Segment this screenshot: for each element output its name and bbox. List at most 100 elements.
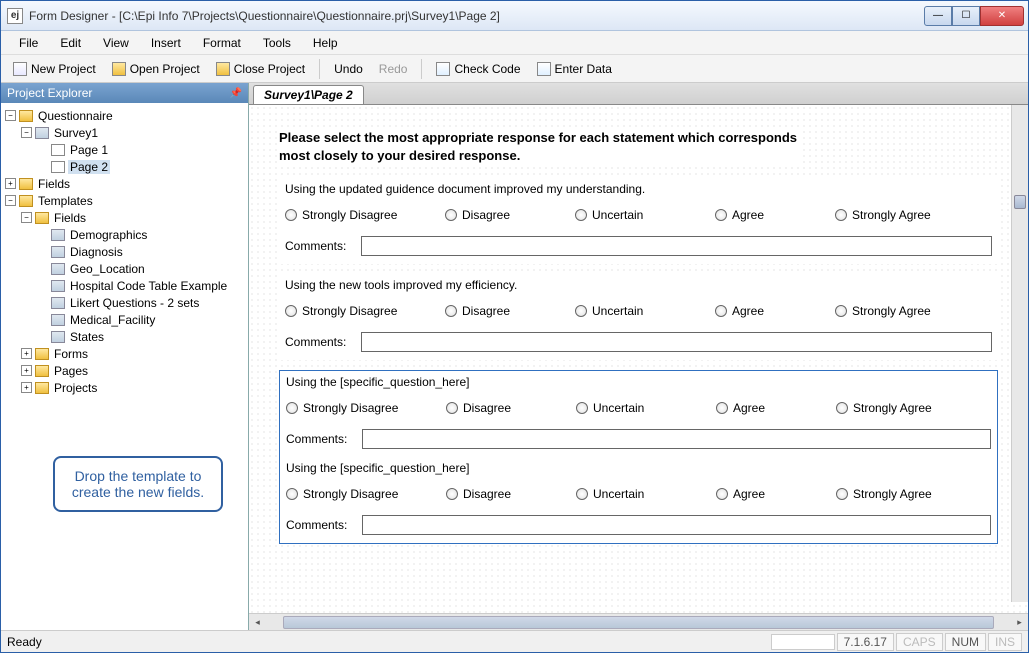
- likert-option[interactable]: Agree: [716, 401, 796, 415]
- tree-projects[interactable]: +Projects: [3, 379, 246, 396]
- radio-icon[interactable]: [835, 305, 847, 317]
- radio-icon[interactable]: [575, 209, 587, 221]
- likert-option[interactable]: Disagree: [446, 487, 536, 501]
- collapse-icon[interactable]: −: [5, 110, 16, 121]
- likert-option[interactable]: Disagree: [445, 304, 535, 318]
- menu-file[interactable]: File: [9, 33, 48, 53]
- enter-data-button[interactable]: Enter Data: [531, 60, 618, 78]
- radio-icon[interactable]: [285, 209, 297, 221]
- tree-template-item[interactable]: States: [3, 328, 246, 345]
- scroll-left-arrow[interactable]: ◂: [249, 614, 266, 631]
- likert-option[interactable]: Strongly Disagree: [286, 401, 406, 415]
- expand-icon[interactable]: +: [5, 178, 16, 189]
- radio-icon[interactable]: [446, 488, 458, 500]
- open-project-button[interactable]: Open Project: [106, 60, 206, 78]
- radio-icon[interactable]: [716, 402, 728, 414]
- comments-input[interactable]: [362, 515, 991, 535]
- tree-pages-group[interactable]: +Pages: [3, 362, 246, 379]
- question-block[interactable]: Using the [specific_question_here]Strong…: [280, 371, 997, 457]
- radio-icon[interactable]: [286, 488, 298, 500]
- radio-icon[interactable]: [575, 305, 587, 317]
- collapse-icon[interactable]: −: [21, 212, 32, 223]
- collapse-icon[interactable]: −: [21, 127, 32, 138]
- likert-option[interactable]: Strongly Agree: [836, 401, 946, 415]
- likert-option[interactable]: Strongly Agree: [836, 487, 946, 501]
- minimize-button[interactable]: —: [924, 6, 952, 26]
- radio-icon[interactable]: [836, 488, 848, 500]
- tree-fields[interactable]: +Fields: [3, 175, 246, 192]
- tree-root[interactable]: −Questionnaire: [3, 107, 246, 124]
- radio-icon[interactable]: [835, 209, 847, 221]
- vertical-scrollbar[interactable]: [1011, 105, 1028, 602]
- question-block[interactable]: Using the new tools improved my efficien…: [279, 274, 998, 360]
- tree-templates-fields[interactable]: −Fields: [3, 209, 246, 226]
- expand-icon[interactable]: +: [21, 382, 32, 393]
- question-block[interactable]: Using the [specific_question_here]Strong…: [280, 457, 997, 543]
- tree-forms[interactable]: +Forms: [3, 345, 246, 362]
- radio-icon[interactable]: [576, 488, 588, 500]
- likert-option[interactable]: Strongly Disagree: [286, 487, 406, 501]
- likert-option[interactable]: Agree: [715, 304, 795, 318]
- likert-option[interactable]: Strongly Disagree: [285, 304, 405, 318]
- radio-icon[interactable]: [715, 209, 727, 221]
- tree-page-1[interactable]: Page 1: [3, 141, 246, 158]
- radio-icon[interactable]: [715, 305, 727, 317]
- tree-survey[interactable]: −Survey1: [3, 124, 246, 141]
- menu-help[interactable]: Help: [303, 33, 348, 53]
- likert-option[interactable]: Disagree: [446, 401, 536, 415]
- canvas-scroll[interactable]: Please select the most appropriate respo…: [249, 105, 1028, 613]
- tree-page-2[interactable]: Page 2: [3, 158, 246, 175]
- likert-option[interactable]: Disagree: [445, 208, 535, 222]
- close-button[interactable]: ✕: [980, 6, 1024, 26]
- likert-option[interactable]: Uncertain: [576, 487, 676, 501]
- undo-button[interactable]: Undo: [328, 60, 369, 78]
- likert-option[interactable]: Uncertain: [575, 208, 675, 222]
- likert-option[interactable]: Strongly Disagree: [285, 208, 405, 222]
- tree-template-item[interactable]: Likert Questions - 2 sets: [3, 294, 246, 311]
- tab-current-page[interactable]: Survey1\Page 2: [253, 85, 364, 104]
- comments-input[interactable]: [362, 429, 991, 449]
- tree-template-item[interactable]: Diagnosis: [3, 243, 246, 260]
- redo-button[interactable]: Redo: [373, 60, 414, 78]
- new-project-button[interactable]: New Project: [7, 60, 102, 78]
- menu-format[interactable]: Format: [193, 33, 251, 53]
- question-block[interactable]: Using the updated guidence document impr…: [279, 178, 998, 264]
- likert-option[interactable]: Agree: [716, 487, 796, 501]
- comments-input[interactable]: [361, 332, 992, 352]
- radio-icon[interactable]: [285, 305, 297, 317]
- tree-template-item[interactable]: Geo_Location: [3, 260, 246, 277]
- radio-icon[interactable]: [286, 402, 298, 414]
- expand-icon[interactable]: +: [21, 365, 32, 376]
- menu-tools[interactable]: Tools: [253, 33, 301, 53]
- tree-template-item[interactable]: Medical_Facility: [3, 311, 246, 328]
- close-project-button[interactable]: Close Project: [210, 60, 311, 78]
- tree-template-item[interactable]: Hospital Code Table Example: [3, 277, 246, 294]
- scroll-thumb[interactable]: [284, 617, 993, 628]
- comments-input[interactable]: [361, 236, 992, 256]
- radio-icon[interactable]: [445, 305, 457, 317]
- check-code-button[interactable]: Check Code: [430, 60, 526, 78]
- selected-template-group[interactable]: Using the [specific_question_here]Strong…: [279, 370, 998, 544]
- form-canvas[interactable]: Please select the most appropriate respo…: [249, 105, 1028, 613]
- radio-icon[interactable]: [576, 402, 588, 414]
- menu-insert[interactable]: Insert: [141, 33, 191, 53]
- likert-option[interactable]: Strongly Agree: [835, 208, 945, 222]
- likert-option[interactable]: Agree: [715, 208, 795, 222]
- likert-option[interactable]: Strongly Agree: [835, 304, 945, 318]
- menu-view[interactable]: View: [93, 33, 139, 53]
- likert-option[interactable]: Uncertain: [575, 304, 675, 318]
- radio-icon[interactable]: [716, 488, 728, 500]
- tree-templates[interactable]: −Templates: [3, 192, 246, 209]
- expand-icon[interactable]: +: [21, 348, 32, 359]
- radio-icon[interactable]: [446, 402, 458, 414]
- scroll-right-arrow[interactable]: ▸: [1011, 614, 1028, 631]
- collapse-icon[interactable]: −: [5, 195, 16, 206]
- horizontal-scrollbar[interactable]: ◂ ▸: [249, 613, 1028, 630]
- pin-icon[interactable]: 📌: [230, 88, 242, 99]
- menu-edit[interactable]: Edit: [50, 33, 91, 53]
- maximize-button[interactable]: ☐: [952, 6, 980, 26]
- tree-template-item[interactable]: Demographics: [3, 226, 246, 243]
- likert-option[interactable]: Uncertain: [576, 401, 676, 415]
- radio-icon[interactable]: [445, 209, 457, 221]
- radio-icon[interactable]: [836, 402, 848, 414]
